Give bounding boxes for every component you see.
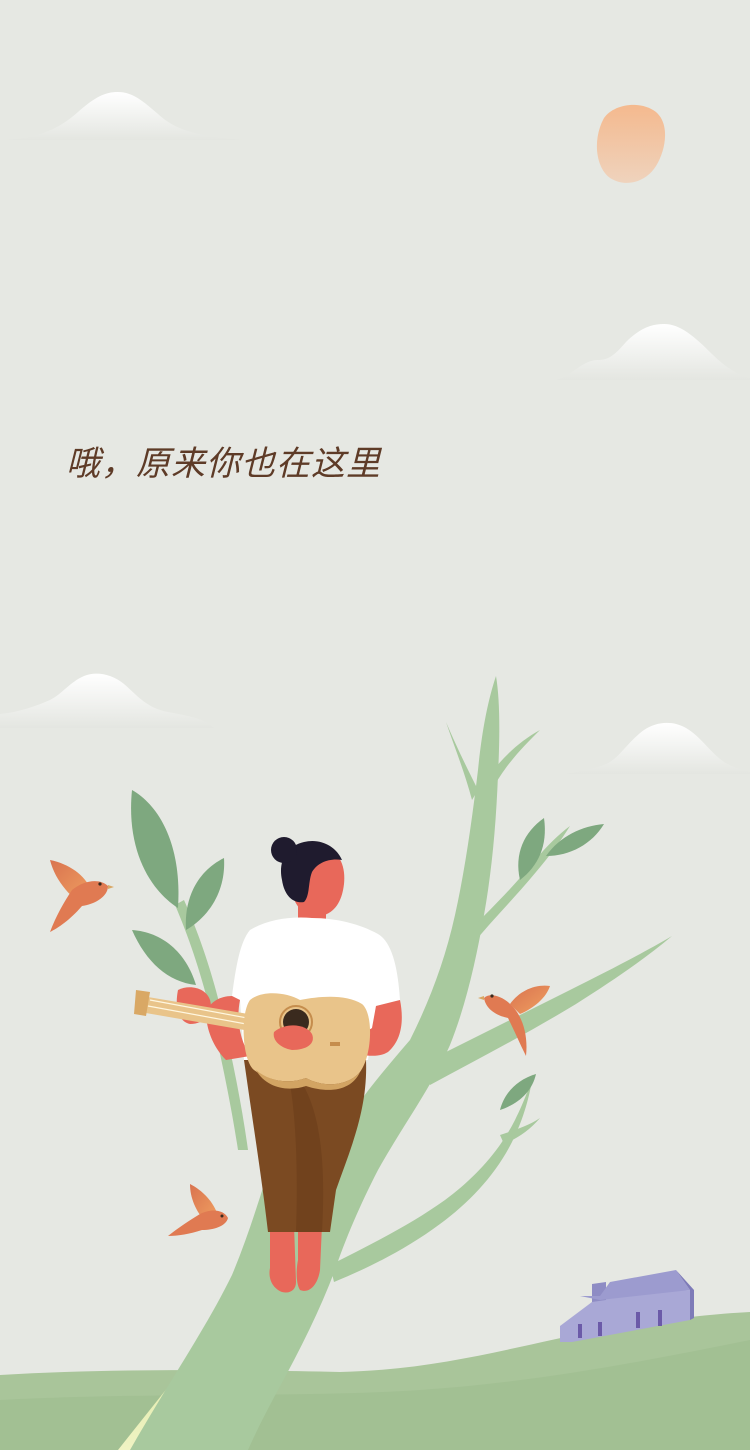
cloud-middle-left: [0, 673, 214, 728]
leaf: [500, 1074, 536, 1110]
leaf: [131, 790, 179, 908]
sun: [596, 104, 666, 183]
headline-text: 哦，原来你也在这里: [66, 444, 381, 484]
cloud-lower-right: [566, 722, 750, 774]
cloud-right: [556, 324, 750, 380]
splash-illustration: [0, 92, 750, 1450]
splash-screen: 哦，原来你也在这里: [0, 0, 750, 1450]
leaf: [185, 858, 225, 930]
leaf: [132, 930, 196, 985]
cloud-top-left: [4, 92, 244, 140]
hills: [0, 1312, 750, 1450]
bird-left: [50, 860, 114, 932]
bird-bottom: [168, 1184, 228, 1236]
